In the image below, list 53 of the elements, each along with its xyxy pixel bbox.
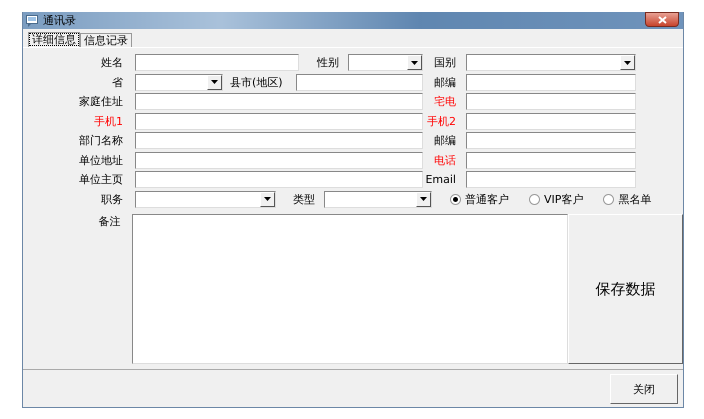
radio-option[interactable]: 普通客户 xyxy=(450,194,509,204)
input-field[interactable] xyxy=(135,54,299,71)
dropdown-field[interactable] xyxy=(466,54,636,71)
field-label: 国别 xyxy=(433,57,456,68)
window-title: 通讯录 xyxy=(43,15,76,26)
field-label: 性别 xyxy=(316,57,339,68)
field-label: 备注 xyxy=(97,214,120,227)
dropdown-arrow-icon xyxy=(211,80,218,84)
field-label: 宅电 xyxy=(433,96,456,107)
field-label: 职务 xyxy=(100,194,123,204)
field-label: 邮编 xyxy=(433,135,456,146)
dropdown-arrow-icon xyxy=(624,60,631,64)
input-field[interactable] xyxy=(135,132,423,149)
input-field[interactable] xyxy=(466,93,636,110)
field-label: 家庭住址 xyxy=(78,96,123,107)
input-field[interactable] xyxy=(296,74,423,90)
input-field[interactable] xyxy=(135,152,423,168)
radio-option[interactable]: 黑名单 xyxy=(603,194,652,204)
tab[interactable]: 详细信息 xyxy=(28,32,80,47)
field-label: 单位主页 xyxy=(78,174,123,185)
field-label: 单位地址 xyxy=(78,154,123,166)
dropdown-field[interactable] xyxy=(135,74,223,90)
input-field[interactable] xyxy=(466,74,636,90)
close-button[interactable]: 关闭 xyxy=(610,374,678,404)
field-label: 省 xyxy=(111,76,123,88)
field-label: 邮编 xyxy=(433,76,456,88)
chat-bubble-icon xyxy=(26,14,38,26)
input-field[interactable] xyxy=(135,112,423,130)
input-field[interactable] xyxy=(466,152,636,168)
close-icon xyxy=(658,16,666,24)
tab[interactable]: 信息记录 xyxy=(80,33,132,47)
input-field[interactable] xyxy=(466,171,636,188)
field-label: Email xyxy=(424,174,456,185)
input-field[interactable] xyxy=(466,132,636,149)
save-button[interactable]: 保存数据 xyxy=(568,214,683,364)
field-label: 手机1 xyxy=(93,116,123,126)
radio-option[interactable]: VIP客户 xyxy=(529,194,584,204)
dropdown-arrow-icon xyxy=(264,197,271,201)
dropdown-field[interactable] xyxy=(348,54,423,71)
dropdown-field[interactable] xyxy=(135,190,276,208)
dropdown-field[interactable] xyxy=(324,190,432,208)
field-label: 电话 xyxy=(433,154,456,166)
input-field[interactable] xyxy=(135,171,423,188)
close-button[interactable] xyxy=(645,12,679,27)
dropdown-arrow-icon xyxy=(411,60,418,64)
field-label: 姓名 xyxy=(100,57,123,68)
input-field[interactable] xyxy=(135,93,423,110)
field-label: 县市(地区) xyxy=(229,76,284,88)
field-label: 类型 xyxy=(292,194,315,204)
dropdown-arrow-icon xyxy=(420,197,427,201)
field-label: 手机2 xyxy=(426,116,456,126)
field-label: 部门名称 xyxy=(78,135,123,146)
input-field[interactable] xyxy=(466,112,636,130)
